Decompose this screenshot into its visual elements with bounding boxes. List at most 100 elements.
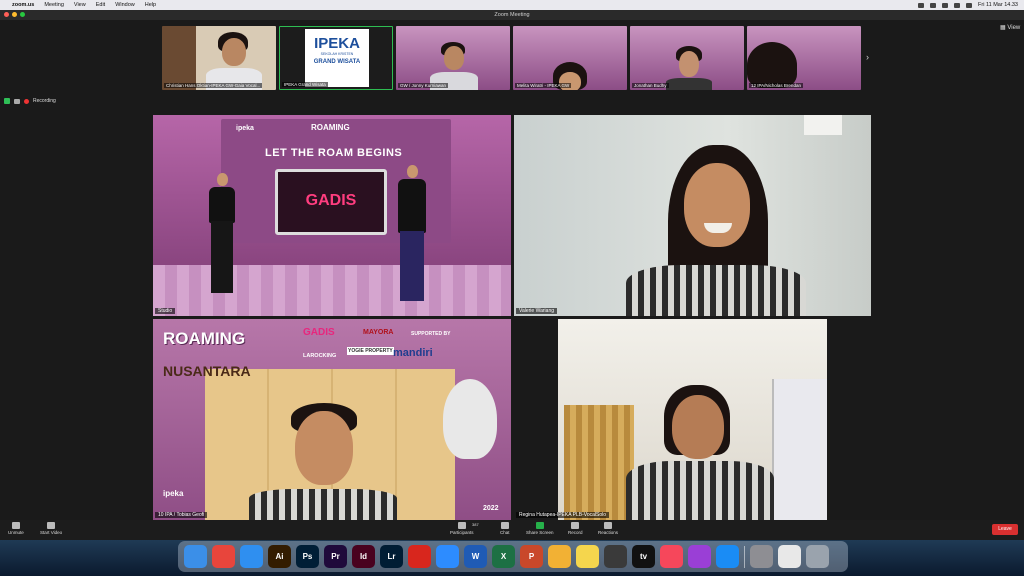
participant-name: Regina Hutapea-IPEKA PLB-VocalSolo [516, 512, 609, 518]
participants-label: Participants [450, 530, 474, 535]
strip-tile-christian[interactable]: Christian Hans Oktian-IPEKA GW-Gaia Voca… [162, 26, 276, 90]
premiere-icon[interactable]: Pr [324, 545, 347, 568]
ipeka-logo: IPEKA SEKOLAH KRISTEN GRAND WISATA [305, 29, 369, 87]
share-screen-button[interactable]: Share Screen [526, 522, 554, 535]
participants-icon [457, 522, 466, 529]
leave-button[interactable]: Leave [992, 524, 1018, 535]
photos-icon[interactable] [548, 545, 571, 568]
unmute-button[interactable]: Unmute [8, 522, 24, 535]
tv-icon[interactable]: tv [632, 545, 655, 568]
recording-label: Recording [33, 98, 56, 104]
participant-face [679, 51, 699, 77]
shield-icon[interactable] [4, 98, 10, 104]
menu-help[interactable]: Help [145, 2, 156, 8]
participant-name: IPEKA Grand Wisata [282, 82, 328, 87]
microphone-muted-icon [11, 522, 20, 529]
strip-tile-melita[interactable]: Melita Wiratri - IPEKA GW [513, 26, 627, 90]
reactions-button[interactable]: Reactions [598, 522, 618, 535]
dock-separator [744, 545, 745, 568]
participant-face [295, 411, 353, 485]
strip-tile-jonny[interactable]: GW / Jonny Kurniawan [396, 26, 510, 90]
sponsor-gadis: GADIS [303, 327, 335, 338]
menu-edit[interactable]: Edit [96, 2, 105, 8]
video-tile-tobias[interactable]: ROAMING NUSANTARA GADIS MAYORA SUPPORTED… [153, 319, 511, 520]
acrobat-icon[interactable] [408, 545, 431, 568]
strip-tile-nicholas[interactable]: 12 IPA/Nicholas Brendan [747, 26, 861, 90]
participant-face [684, 163, 750, 247]
video-tile-studio[interactable]: ROAMING ipeka LET THE ROAM BEGINS GADIS … [153, 115, 511, 316]
system-preferences-icon[interactable] [750, 545, 773, 568]
lightroom-icon[interactable]: Lr [380, 545, 403, 568]
video-off-icon [47, 522, 56, 529]
video-tile-regina[interactable]: Regina Hutapea-IPEKA PLB-VocalSolo [514, 319, 871, 520]
info-icon[interactable] [14, 98, 20, 104]
meeting-status: Recording [4, 98, 56, 104]
strip-tile-ipeka[interactable]: IPEKA SEKOLAH KRISTEN GRAND WISATA IPEKA… [279, 26, 393, 90]
document-icon[interactable] [778, 545, 801, 568]
sponsor-yogie: YOGIE PROPERTY [347, 347, 394, 355]
control-center-icon[interactable] [966, 2, 973, 8]
menu-meeting[interactable]: Meeting [44, 2, 64, 8]
video-tile-valerie[interactable]: Valerie Wariang [514, 115, 871, 316]
nusantara-title: NUSANTARA [163, 363, 251, 379]
studio-screen: GADIS [275, 169, 387, 235]
app-store-icon[interactable] [716, 545, 739, 568]
roaming-logo: ROAMING [311, 123, 350, 132]
meeting-toolbar: Unmute Start Video Participants 387 Chat… [0, 520, 1024, 540]
share-screen-label: Share Screen [526, 530, 554, 535]
share-screen-icon [535, 522, 544, 529]
chat-icon [500, 522, 509, 529]
supported-by: SUPPORTED BY [411, 331, 451, 337]
record-button[interactable]: Record [568, 522, 583, 535]
start-video-label: Start Video [40, 530, 63, 535]
logo-text-mid: SEKOLAH KRISTEN [320, 52, 354, 56]
wifi-icon[interactable] [942, 2, 949, 8]
trash-icon[interactable] [806, 545, 829, 568]
sponsor-mayora: MAYORA [363, 329, 394, 336]
finder-icon[interactable] [184, 545, 207, 568]
illustrator-icon[interactable]: Ai [268, 545, 291, 568]
chat-button[interactable]: Chat [500, 522, 510, 535]
participants-button[interactable]: Participants 387 [450, 522, 479, 535]
status-tray: Fri 11 Mar 14.33 [918, 2, 1024, 8]
host-right-face [407, 165, 418, 178]
chrome-icon[interactable] [212, 545, 235, 568]
music-icon[interactable] [660, 545, 683, 568]
quicktime-icon[interactable] [604, 545, 627, 568]
logo-text-top: IPEKA [314, 35, 360, 52]
participant-name: Valerie Wariang [516, 308, 558, 314]
participant-name: Studio [155, 308, 176, 314]
shirt [249, 489, 397, 520]
word-icon[interactable]: W [464, 545, 487, 568]
powerpoint-icon[interactable]: P [520, 545, 543, 568]
menu-app-name[interactable]: zoom.us [12, 2, 34, 8]
menu-window[interactable]: Window [115, 2, 135, 8]
podcasts-icon[interactable] [688, 545, 711, 568]
curtain [564, 405, 634, 520]
search-icon[interactable] [954, 2, 961, 8]
menu-view[interactable]: View [74, 2, 86, 8]
zoom-icon[interactable] [436, 545, 459, 568]
participant-name: Jonathan Budhy [632, 83, 669, 88]
ipeka-school-logo: ipeka [163, 489, 184, 498]
screen-logo: GADIS [305, 192, 357, 209]
dock: Ai Ps Pr Id Lr W X Ptv [178, 541, 848, 572]
window-title: Zoom Meeting [494, 12, 530, 18]
chevron-right-icon[interactable]: › [866, 52, 869, 62]
view-button[interactable]: ▦ View [1000, 24, 1020, 31]
safari-icon[interactable] [240, 545, 263, 568]
indesign-icon[interactable]: Id [352, 545, 375, 568]
chat-label: Chat [500, 530, 510, 535]
start-video-button[interactable]: Start Video [40, 522, 62, 535]
roaming-title: ROAMING [163, 329, 246, 348]
shirt [626, 461, 774, 520]
menubar: zoom.us Meeting View Edit Window Help Fr… [0, 0, 1024, 10]
photoshop-icon[interactable]: Ps [296, 545, 319, 568]
excel-icon[interactable]: X [492, 545, 515, 568]
bluetooth-icon[interactable] [930, 2, 937, 8]
strip-tile-jonathan[interactable]: Jonathan Budhy [630, 26, 744, 90]
clock[interactable]: Fri 11 Mar 14.33 [978, 2, 1018, 8]
notes-icon[interactable] [576, 545, 599, 568]
participant-name: 12 IPA/Nicholas Brendan [749, 83, 803, 88]
zoom-tray-icon[interactable] [918, 2, 925, 8]
